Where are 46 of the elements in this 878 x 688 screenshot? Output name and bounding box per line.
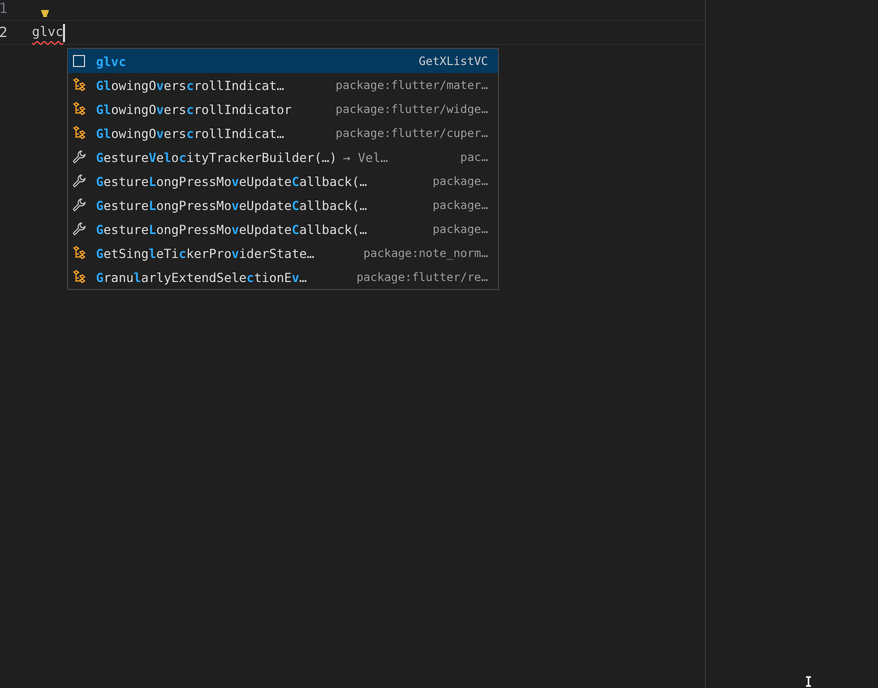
lightbulb-icon[interactable] [40, 10, 50, 18]
suggestion-label: GetSingleTickerProviderState… [96, 246, 314, 260]
wrench-icon [72, 150, 86, 164]
suggestion-detail: package… [432, 174, 488, 188]
suggestion-detail: package… [432, 198, 488, 212]
suggestion-label: glvc [96, 54, 126, 68]
line-number: 1 [0, 0, 7, 16]
wrench-icon [72, 198, 86, 212]
class-icon [72, 270, 86, 284]
wrench-icon [72, 222, 86, 236]
text-cursor-icon [805, 676, 812, 687]
square-icon [72, 54, 86, 68]
suggestion-item[interactable]: GranularlyExtendSelectionEv… package:flutter/re… [68, 265, 498, 289]
class-icon [72, 126, 86, 140]
suggestion-detail: package… [432, 222, 488, 236]
suggestion-label: GranularlyExtendSelectionEv… [96, 270, 307, 284]
suggestion-label: GlowingOversc rollIndicat… [96, 126, 284, 140]
wrench-icon [72, 174, 86, 188]
suggestion-detail: package:flutter/re… [355, 270, 488, 284]
suggestion-item[interactable]: GlowingOversc rollIndicator package:flutter/widge… [68, 97, 498, 121]
suggestion-detail: GetXListVC [418, 54, 488, 68]
suggestion-detail: pac… [459, 150, 488, 164]
suggestion-detail: package:note_norm… [362, 246, 488, 260]
class-icon [72, 78, 86, 92]
code-text: glvc [32, 25, 64, 40]
suggestion-item[interactable]: GestureLongPressMoveUpdateCallback(… package… [68, 217, 498, 241]
class-icon [72, 246, 86, 260]
suggestion-detail: package:flutter/widge… [334, 102, 488, 116]
suggestion-label: GlowingOversc rollIndicator [96, 102, 292, 116]
suggestion-detail: package:flutter/cuper… [334, 126, 488, 140]
suggestion-label: GestureLongPressMoveUpdateCallback(… [96, 222, 367, 236]
suggestion-label: GestureLongPressMoveUpdateCallback(… [96, 174, 367, 188]
suggestion-signature: → Vel… [342, 150, 388, 164]
line-number: 2 [0, 24, 7, 40]
suggestion-item[interactable]: GetSingleTickerProviderState… package:note_norm… [68, 241, 498, 265]
suggestion-item[interactable]: glvc GetXListVC [68, 49, 498, 73]
suggestion-item[interactable]: GlowingOversc rollIndicat… package:flutter/cuper… [68, 121, 498, 145]
suggestion-label: GestureVelocityTrackerBuilder(…) [96, 150, 337, 164]
suggestion-label: GestureLongPressMoveUpdateCallback(… [96, 198, 367, 212]
class-icon [72, 102, 86, 116]
suggestion-item[interactable]: GestureLongPressMoveUpdateCallback(… package… [68, 193, 498, 217]
suggestion-item[interactable]: GestureVelocityTrackerBuilder(…) → Vel… pac… [68, 145, 498, 169]
suggestion-item[interactable]: GestureLongPressMoveUpdateCallback(… package… [68, 169, 498, 193]
suggestion-label: GlowingOversc rollIndicat… [96, 78, 284, 92]
suggestion-item[interactable]: GlowingOversc rollIndicat… package:flutter/mater… [68, 73, 498, 97]
suggestion-detail: package:flutter/mater… [334, 78, 488, 92]
